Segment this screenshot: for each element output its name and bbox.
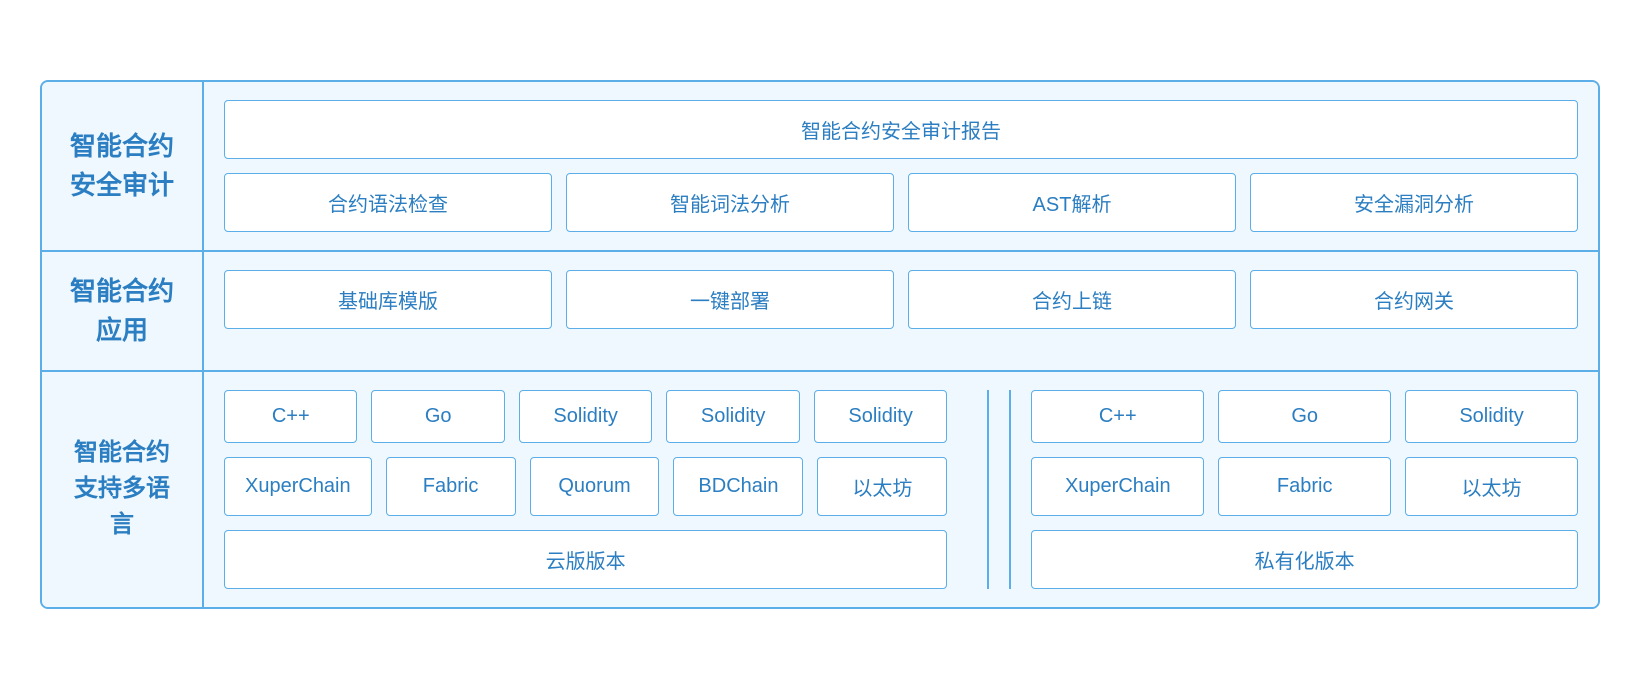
cloud-column: C++ Go Solidity Solidity Solidity XuperC… [224,390,967,589]
section-title-app: 智能合约 应用 [42,252,202,370]
box-cloud-ethereum: 以太坊 [817,457,947,516]
box-cloud-solidity3: Solidity [814,390,947,443]
box-ast-parse: AST解析 [908,173,1236,232]
box-private-cpp: C++ [1031,390,1204,443]
section-app: 智能合约 应用 基础库模版 一键部署 合约上链 合约网关 [42,252,1598,372]
private-version-row: 私有化版本 [1031,530,1578,589]
vertical-divider [987,390,989,589]
box-private-xuperchain: XuperChain [1031,457,1204,516]
section-content-app: 基础库模版 一键部署 合约上链 合约网关 [202,252,1598,370]
section-content-security: 智能合约安全审计报告 合约语法检查 智能词法分析 AST解析 安全漏洞分析 [202,82,1598,250]
box-syntax-check: 合约语法检查 [224,173,552,232]
box-private-version: 私有化版本 [1031,530,1578,589]
private-column: C++ Go Solidity XuperChain Fabric 以太坊 私有… [1009,390,1578,589]
row-app-features: 基础库模版 一键部署 合约上链 合约网关 [224,270,1578,329]
row-full: 智能合约安全审计报告 [224,100,1578,159]
section-lang: 智能合约 支持多语 言 C++ Go Solidity Solidity Sol… [42,372,1598,607]
main-container: 智能合约 安全审计 智能合约安全审计报告 合约语法检查 智能词法分析 AST解析… [40,80,1600,609]
section-security-audit: 智能合约 安全审计 智能合约安全审计报告 合约语法检查 智能词法分析 AST解析… [42,82,1598,252]
cloud-platform-row: XuperChain Fabric Quorum BDChain 以太坊 [224,457,947,516]
box-private-ethereum: 以太坊 [1405,457,1578,516]
box-lexical-analysis: 智能词法分析 [566,173,894,232]
private-platform-row: XuperChain Fabric 以太坊 [1031,457,1578,516]
box-cloud-cpp: C++ [224,390,357,443]
box-cloud-quorum: Quorum [530,457,660,516]
box-cloud-solidity2: Solidity [666,390,799,443]
box-private-fabric: Fabric [1218,457,1391,516]
box-cloud-solidity1: Solidity [519,390,652,443]
box-vuln-analysis: 安全漏洞分析 [1250,173,1578,232]
section-content-lang: C++ Go Solidity Solidity Solidity XuperC… [202,372,1598,607]
box-on-chain: 合约上链 [908,270,1236,329]
private-lang-row: C++ Go Solidity [1031,390,1578,443]
box-cloud-go: Go [371,390,504,443]
box-cloud-bdchain: BDChain [673,457,803,516]
box-deploy: 一键部署 [566,270,894,329]
box-private-go: Go [1218,390,1391,443]
section-title-lang: 智能合约 支持多语 言 [42,372,202,607]
box-gateway: 合约网关 [1250,270,1578,329]
box-cloud-fabric: Fabric [386,457,516,516]
box-private-solidity: Solidity [1405,390,1578,443]
section-title-security: 智能合约 安全审计 [42,82,202,250]
box-cloud-version: 云版版本 [224,530,947,589]
box-audit-report: 智能合约安全审计报告 [224,100,1578,159]
box-template: 基础库模版 [224,270,552,329]
cloud-lang-row: C++ Go Solidity Solidity Solidity [224,390,947,443]
box-cloud-xuperchain: XuperChain [224,457,372,516]
row-quarters: 合约语法检查 智能词法分析 AST解析 安全漏洞分析 [224,173,1578,232]
cloud-version-row: 云版版本 [224,530,947,589]
